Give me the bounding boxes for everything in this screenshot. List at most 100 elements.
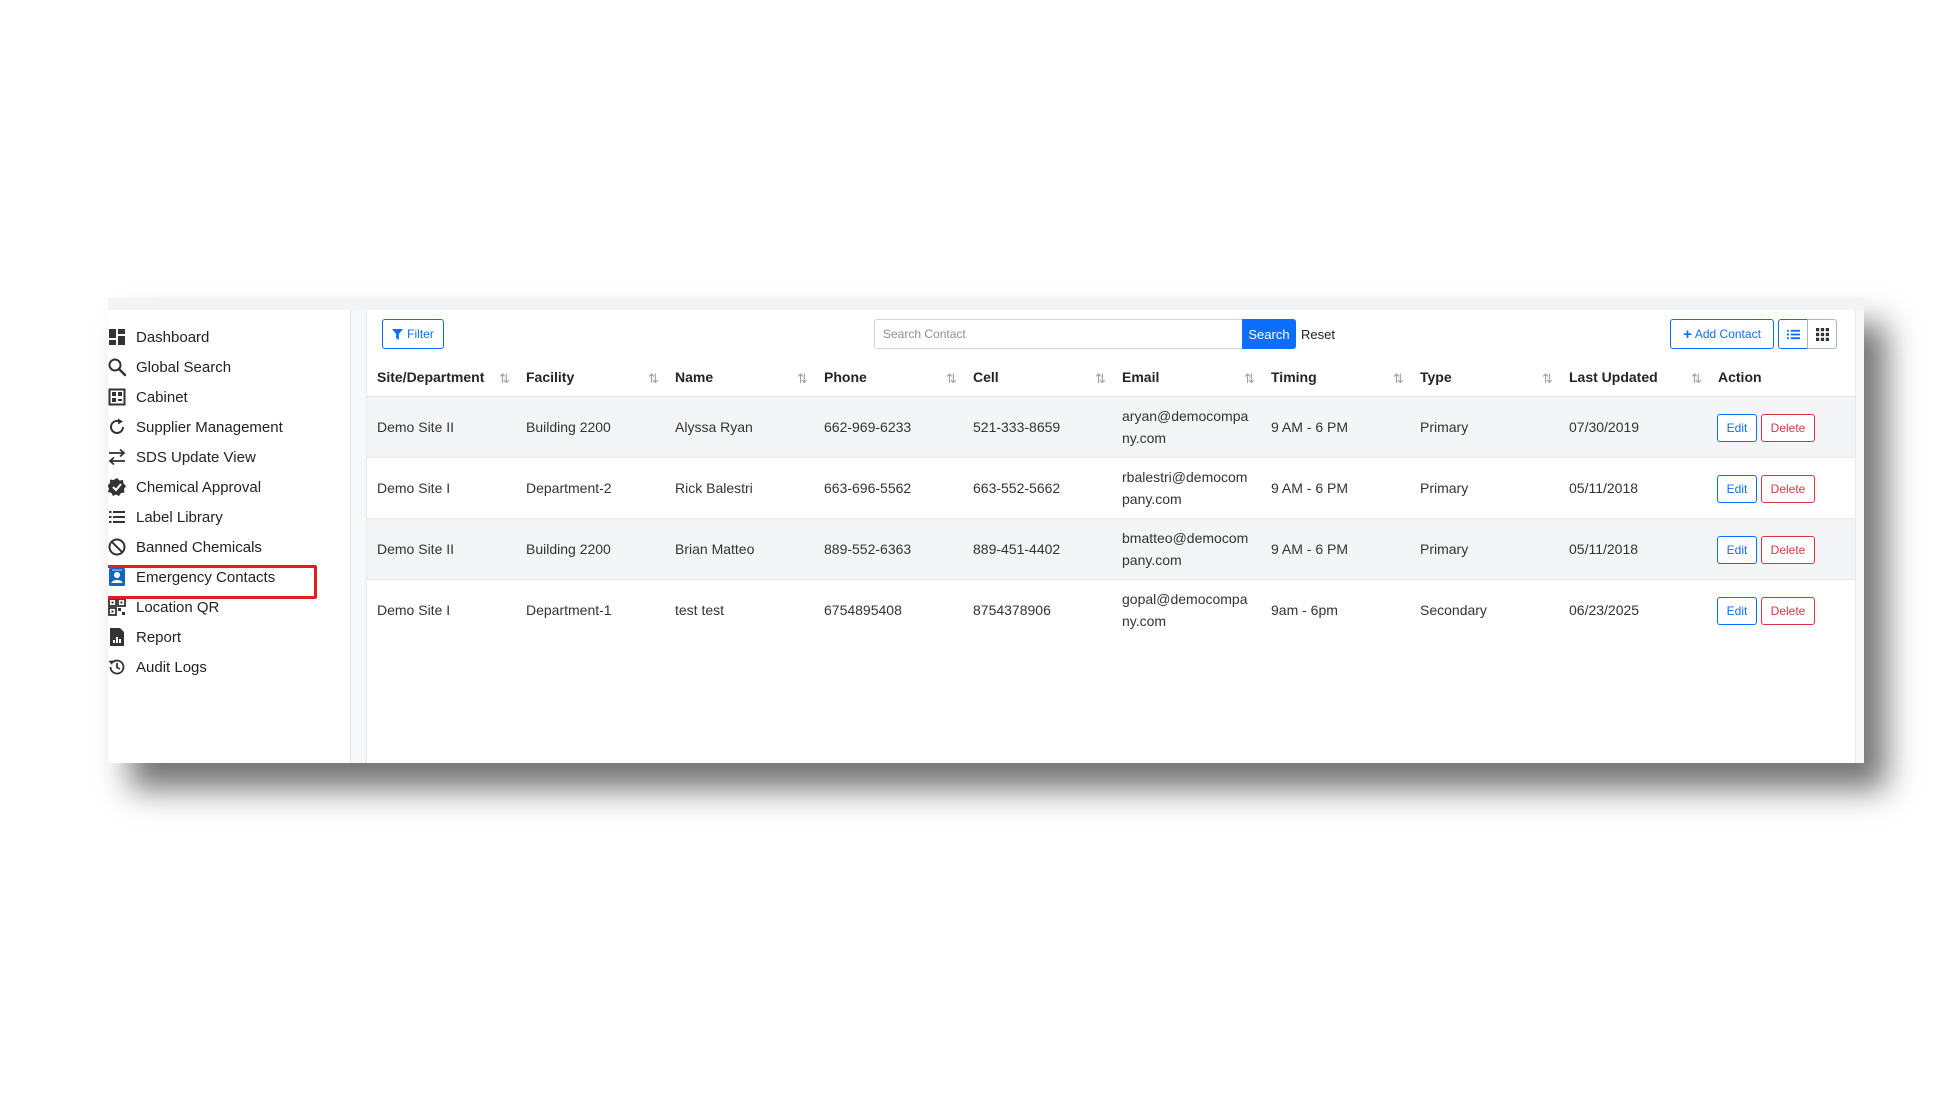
cell-site: Demo Site I [377, 602, 451, 618]
cabinet-icon [108, 386, 128, 408]
column-header-cell[interactable]: Cell [973, 358, 999, 396]
cell-type: Primary [1420, 419, 1469, 435]
sort-icon[interactable]: ⇅ [1542, 371, 1556, 386]
sidebar-item-dashboard[interactable]: Dashboard [108, 322, 348, 352]
edit-button[interactable]: Edit [1717, 475, 1757, 503]
sidebar-item-label: Banned Chemicals [136, 538, 262, 556]
sidebar-item-cabinet[interactable]: Cabinet [108, 382, 348, 412]
cell-name: test test [675, 602, 725, 618]
sort-icon[interactable]: ⇅ [1691, 371, 1705, 386]
column-header-last-updated[interactable]: Last Updated [1569, 358, 1658, 396]
sidebar-item-report[interactable]: Report [108, 622, 348, 652]
sidebar-item-banned-chemicals[interactable]: Banned Chemicals [108, 532, 348, 562]
cell-type: Secondary [1420, 602, 1487, 618]
table-header: Site/Department ⇅ Facility ⇅ Name ⇅ Phon… [367, 358, 1855, 397]
column-header-action: Action [1718, 369, 1762, 385]
add-contact-button[interactable]: + Add Contact [1670, 319, 1774, 349]
approval-badge-icon [108, 476, 128, 498]
sidebar-item-label: Audit Logs [136, 658, 207, 676]
filter-icon [392, 328, 404, 340]
cell-name: Alyssa Ryan [675, 419, 753, 435]
add-contact-label: Add Contact [1694, 327, 1761, 341]
cell-name: Brian Matteo [675, 541, 755, 557]
sidebar-item-label-library[interactable]: Label Library [108, 502, 348, 532]
cell-cell: 663-552-5662 [973, 480, 1061, 496]
search-input[interactable] [874, 319, 1242, 349]
table-row: Demo Site II Building 2200 Alyssa Ryan 6… [367, 397, 1855, 458]
cell-timing: 9am - 6pm [1271, 602, 1338, 618]
cell-timing: 9 AM - 6 PM [1271, 419, 1349, 435]
column-header-type[interactable]: Type [1420, 358, 1452, 396]
cell-name: Rick Balestri [675, 480, 753, 496]
reset-button[interactable]: Reset [1301, 319, 1335, 349]
search-button[interactable]: Search [1242, 319, 1296, 349]
sidebar-item-label: Report [136, 628, 182, 646]
list-view-icon [1786, 329, 1800, 339]
sidebar: Dashboard Global Search Cabinet Supplier… [108, 310, 351, 763]
cell-phone: 6754895408 [824, 602, 902, 618]
edit-button[interactable]: Edit [1717, 597, 1757, 625]
cell-site: Demo Site II [377, 541, 455, 557]
list-view-button[interactable] [1778, 319, 1808, 349]
cell-last-updated: 05/11/2018 [1569, 480, 1639, 496]
column-header-site[interactable]: Site/Department [377, 358, 484, 396]
filter-label: Filter [407, 327, 434, 341]
table-row: Demo Site I Department-2 Rick Balestri 6… [367, 458, 1855, 519]
sidebar-item-label: Global Search [136, 358, 232, 376]
delete-button[interactable]: Delete [1761, 597, 1815, 625]
sort-icon[interactable]: ⇅ [1244, 371, 1258, 386]
sort-icon[interactable]: ⇅ [1393, 371, 1407, 386]
sidebar-item-label: Chemical Approval [136, 478, 262, 496]
delete-button[interactable]: Delete [1761, 414, 1815, 442]
sort-icon[interactable]: ⇅ [946, 371, 960, 386]
app-window: Dashboard Global Search Cabinet Supplier… [108, 298, 1864, 763]
cell-last-updated: 07/30/2019 [1569, 419, 1640, 435]
swap-arrows-icon [108, 446, 128, 468]
sidebar-item-label: Dashboard [136, 328, 210, 346]
sidebar-item-label: Label Library [136, 508, 223, 526]
column-header-name[interactable]: Name [675, 358, 713, 396]
sidebar-item-supplier-management[interactable]: Supplier Management [108, 412, 348, 442]
sidebar-item-sds-update-view[interactable]: SDS Update View [108, 442, 348, 472]
cell-site: Demo Site II [377, 419, 455, 435]
sidebar-item-audit-logs[interactable]: Audit Logs [108, 652, 348, 682]
sort-icon[interactable]: ⇅ [1095, 371, 1109, 386]
toolbar: Filter Search Reset + Add Contact [367, 310, 1855, 358]
delete-button[interactable]: Delete [1761, 536, 1815, 564]
cell-email: gopal@democompany.com [1122, 591, 1248, 629]
column-header-phone[interactable]: Phone [824, 358, 867, 396]
sidebar-item-label: Cabinet [136, 388, 188, 406]
edit-button[interactable]: Edit [1717, 414, 1757, 442]
dashboard-icon [108, 326, 128, 348]
refresh-icon [108, 416, 128, 438]
history-icon [108, 656, 128, 678]
column-header-timing[interactable]: Timing [1271, 358, 1317, 396]
cell-cell: 521-333-8659 [973, 419, 1061, 435]
sidebar-item-global-search[interactable]: Global Search [108, 352, 348, 382]
sort-icon[interactable]: ⇅ [797, 371, 811, 386]
cell-email: aryan@democompany.com [1122, 408, 1249, 446]
filter-button[interactable]: Filter [382, 319, 444, 349]
column-header-email[interactable]: Email [1122, 358, 1159, 396]
sidebar-item-label: Location QR [136, 598, 220, 616]
sidebar-item-chemical-approval[interactable]: Chemical Approval [108, 472, 348, 502]
search-icon [108, 356, 128, 378]
cell-facility: Department-2 [526, 480, 612, 496]
sort-icon[interactable]: ⇅ [648, 371, 662, 386]
delete-button[interactable]: Delete [1761, 475, 1815, 503]
cell-facility: Department-1 [526, 602, 612, 618]
plus-icon: + [1683, 325, 1692, 343]
cell-email: rbalestri@democompany.com [1122, 469, 1248, 507]
sort-icon[interactable]: ⇅ [499, 371, 513, 386]
table-row: Demo Site II Building 2200 Brian Matteo … [367, 519, 1855, 580]
cell-cell: 8754378906 [973, 602, 1051, 618]
grid-view-button[interactable] [1807, 319, 1837, 349]
report-icon [108, 626, 128, 648]
cell-email: bmatteo@democompany.com [1122, 530, 1249, 568]
column-header-facility[interactable]: Facility [526, 358, 574, 396]
cell-last-updated: 06/23/2025 [1569, 602, 1640, 618]
edit-button[interactable]: Edit [1717, 536, 1757, 564]
cell-last-updated: 05/11/2018 [1569, 541, 1639, 557]
cell-phone: 662-969-6233 [824, 419, 912, 435]
sidebar-item-label: SDS Update View [136, 448, 256, 466]
